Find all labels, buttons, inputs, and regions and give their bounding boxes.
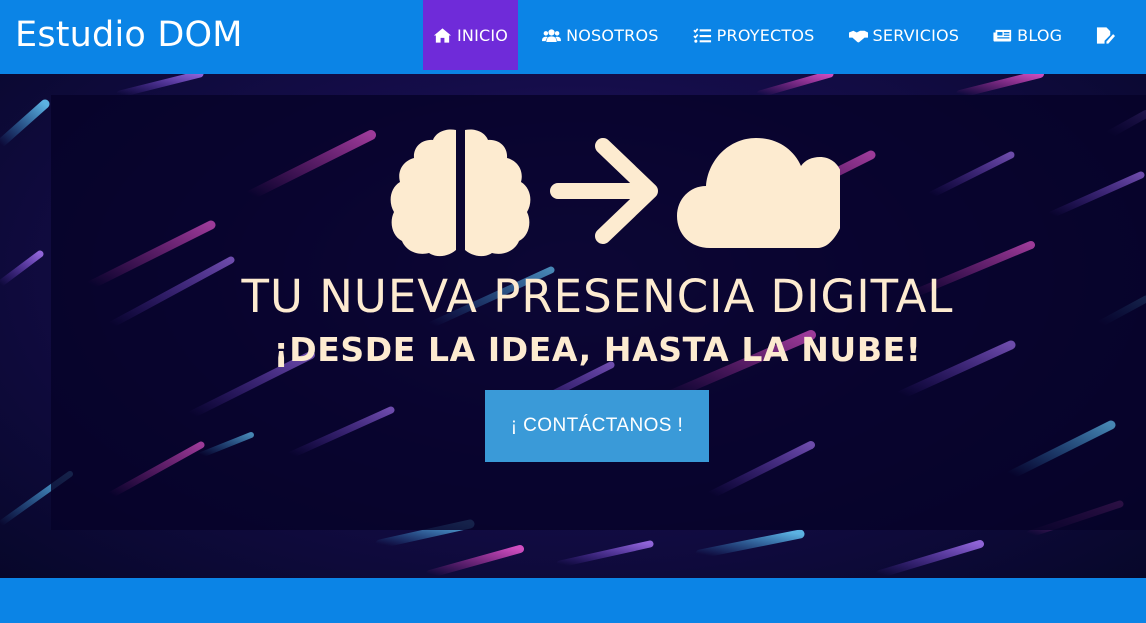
nav-item-nosotros[interactable]: NOSOTROS [532, 0, 669, 70]
nav-item-blog[interactable]: BLOG [983, 0, 1072, 70]
cloud-icon [677, 138, 849, 248]
next-section-band [0, 578, 1146, 623]
nav-item-servicios[interactable]: SERVICIOS [839, 0, 970, 70]
nav-item-label: SERVICIOS [872, 25, 960, 45]
hero-illustration [388, 128, 849, 258]
handshake-icon [848, 30, 868, 42]
hero-subheadline: ¡DESDE LA IDEA, HASTA LA NUBE! [273, 330, 922, 369]
brand-logo-text[interactable]: Estudio DOM [15, 0, 243, 70]
nav-item-label: PROYECTOS [716, 25, 815, 45]
newspaper-icon [993, 29, 1012, 42]
nav-item-label: NOSOTROS [566, 25, 659, 45]
brain-icon [390, 129, 531, 257]
arrow-right-icon [550, 138, 658, 244]
contact-cta-button[interactable]: ¡ CONTÁCTANOS ! [485, 390, 709, 462]
users-icon [542, 28, 562, 42]
navbar: Estudio DOM INICIO NOSOTROS PROYECTOS SE… [0, 0, 1146, 74]
nav-item-proyectos[interactable]: PROYECTOS [683, 0, 825, 70]
hero-headline: TU NUEVA PRESENCIA DIGITAL [241, 270, 954, 323]
nav-item-label: INICIO [457, 25, 509, 45]
tasks-icon [693, 27, 711, 43]
nav-item-inicio[interactable]: INICIO [423, 0, 519, 70]
home-icon [433, 27, 452, 43]
file-signature-icon [1097, 26, 1116, 44]
nav-item-contacto[interactable] [1086, 0, 1130, 70]
nav-menu: INICIO NOSOTROS PROYECTOS SERVICIOS BLOG [423, 0, 1144, 70]
nav-item-label: BLOG [1017, 25, 1063, 45]
